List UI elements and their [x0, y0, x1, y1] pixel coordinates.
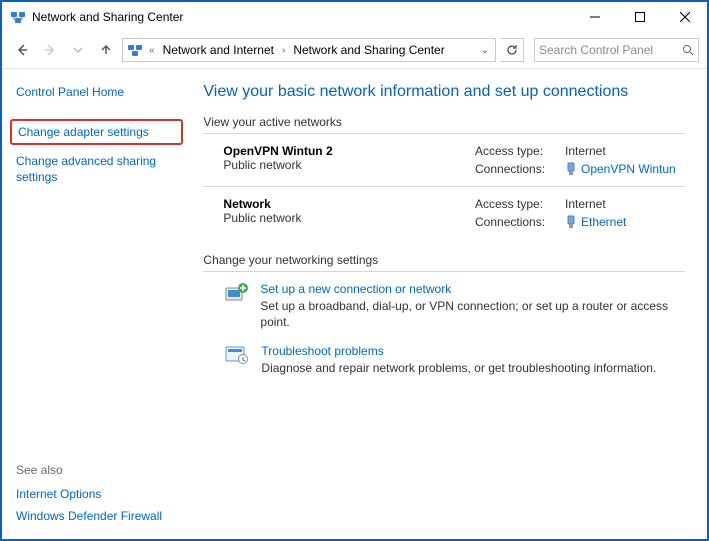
titlebar: Network and Sharing Center — [2, 2, 707, 32]
troubleshoot-icon — [224, 344, 250, 366]
network-type: Public network — [223, 158, 475, 172]
window-title: Network and Sharing Center — [32, 10, 183, 24]
network-center-icon — [127, 42, 143, 58]
network-name: OpenVPN Wintun 2 — [223, 144, 475, 158]
access-type-label: Access type: — [475, 197, 565, 211]
active-network-item: Network Public network Access type: Inte… — [223, 197, 685, 229]
windows-defender-firewall-link[interactable]: Windows Defender Firewall — [16, 505, 177, 527]
change-advanced-sharing-link[interactable]: Change advanced sharing settings — [16, 149, 177, 189]
sidebar: Control Panel Home Change adapter settin… — [2, 69, 191, 539]
breadcrumb-overflow[interactable]: « — [147, 45, 157, 56]
change-settings-label: Change your networking settings — [203, 253, 685, 267]
access-type-value: Internet — [565, 144, 685, 158]
chevron-right-icon[interactable]: › — [280, 45, 287, 56]
forward-button[interactable] — [38, 38, 62, 62]
maximize-button[interactable] — [617, 3, 662, 32]
search-placeholder: Search Control Panel — [539, 43, 682, 57]
troubleshoot-link[interactable]: Troubleshoot problems — [261, 344, 656, 358]
minimize-button[interactable] — [572, 3, 617, 32]
see-also-label: See also — [16, 463, 177, 477]
up-button[interactable] — [94, 38, 118, 62]
troubleshoot-desc: Diagnose and repair network problems, or… — [261, 360, 656, 376]
change-adapter-settings-link[interactable]: Change adapter settings — [10, 119, 183, 145]
search-input[interactable]: Search Control Panel — [534, 38, 699, 62]
network-name: Network — [223, 197, 475, 211]
setup-connection-desc: Set up a broadband, dial-up, or VPN conn… — [260, 298, 685, 330]
body: Control Panel Home Change adapter settin… — [2, 68, 707, 539]
new-connection-icon — [224, 282, 250, 304]
window: Network and Sharing Center — [0, 0, 709, 541]
adapter-icon — [565, 162, 577, 176]
access-type-label: Access type: — [475, 144, 565, 158]
connections-label: Connections: — [475, 215, 565, 229]
address-bar[interactable]: « Network and Internet › Network and Sha… — [122, 38, 496, 62]
breadcrumb-item[interactable]: Network and Sharing Center — [289, 43, 448, 57]
access-type-value: Internet — [565, 197, 685, 211]
divider — [203, 271, 685, 272]
breadcrumb-item[interactable]: Network and Internet — [159, 43, 278, 57]
network-type: Public network — [223, 211, 475, 225]
network-center-icon — [10, 9, 26, 25]
connection-link[interactable]: Ethernet — [565, 215, 685, 229]
page-title: View your basic network information and … — [203, 83, 685, 101]
setup-connection-link[interactable]: Set up a new connection or network — [260, 282, 685, 296]
troubleshoot-item: Troubleshoot problems Diagnose and repai… — [223, 344, 685, 376]
close-button[interactable] — [662, 3, 707, 32]
divider — [203, 186, 685, 187]
connections-label: Connections: — [475, 162, 565, 176]
main-content: View your basic network information and … — [191, 69, 707, 539]
control-panel-home-link[interactable]: Control Panel Home — [16, 81, 177, 103]
adapter-icon — [565, 215, 577, 229]
setup-connection-item: Set up a new connection or network Set u… — [223, 282, 685, 330]
divider — [203, 133, 685, 134]
refresh-button[interactable] — [500, 38, 524, 62]
chevron-down-icon[interactable]: ⌄ — [477, 45, 493, 56]
search-icon — [682, 44, 694, 56]
recent-locations-button[interactable] — [66, 38, 90, 62]
connection-link[interactable]: OpenVPN Wintun — [565, 162, 685, 176]
active-network-item: OpenVPN Wintun 2 Public network Access t… — [223, 144, 685, 176]
back-button[interactable] — [10, 38, 34, 62]
navbar: « Network and Internet › Network and Sha… — [2, 32, 707, 68]
active-networks-label: View your active networks — [203, 115, 685, 129]
internet-options-link[interactable]: Internet Options — [16, 483, 177, 505]
